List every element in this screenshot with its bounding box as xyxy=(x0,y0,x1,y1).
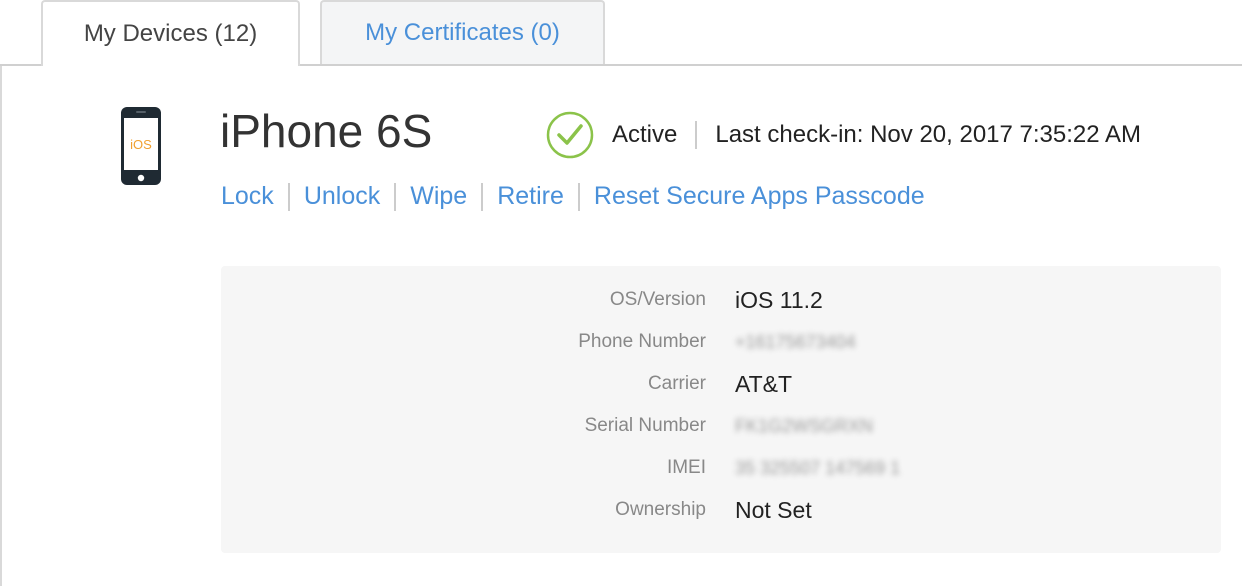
detail-label: Ownership xyxy=(615,499,706,520)
lock-link[interactable]: Lock xyxy=(221,182,274,211)
detail-row-ownership: Ownership Not Set xyxy=(221,494,1221,526)
detail-value: iOS 11.2 xyxy=(735,287,823,313)
ios-badge-text: iOS xyxy=(130,137,152,152)
detail-label: Serial Number xyxy=(584,415,706,436)
device-details-panel: OS/Version iOS 11.2 Phone Number +161756… xyxy=(221,266,1221,553)
detail-value-redacted: +16175673404 xyxy=(735,332,856,352)
detail-label: Phone Number xyxy=(578,331,706,352)
unlock-link[interactable]: Unlock xyxy=(304,182,380,211)
wipe-link[interactable]: Wipe xyxy=(410,182,467,211)
device-actions: Lock Unlock Wipe Retire Reset Secure App… xyxy=(221,182,925,211)
detail-row-carrier: Carrier AT&T xyxy=(221,368,1221,400)
tab-my-devices[interactable]: My Devices (12) xyxy=(41,0,300,66)
status-separator xyxy=(695,121,698,149)
detail-value: Not Set xyxy=(735,497,812,523)
detail-value-redacted: FK1G2WSGRXN xyxy=(735,416,874,436)
detail-value-redacted: 35 325507 147569 1 xyxy=(735,458,901,478)
detail-value: AT&T xyxy=(735,371,793,397)
device-name: iPhone 6S xyxy=(220,105,433,157)
detail-row-phone-number: Phone Number +16175673404 xyxy=(221,326,1221,358)
detail-row-os-version: OS/Version iOS 11.2 xyxy=(221,284,1221,316)
tab-bar: My Devices (12) My Certificates (0) xyxy=(0,0,1242,66)
action-separator xyxy=(394,182,397,211)
detail-row-serial-number: Serial Number FK1G2WSGRXN xyxy=(221,410,1221,442)
iphone-icon: iOS xyxy=(121,107,161,185)
status-label: Active xyxy=(612,121,678,148)
detail-label: Carrier xyxy=(647,373,706,394)
retire-link[interactable]: Retire xyxy=(497,182,564,211)
tab-my-certificates[interactable]: My Certificates (0) xyxy=(320,0,605,64)
last-checkin: Last check-in: Nov 20, 2017 7:35:22 AM xyxy=(715,121,1141,148)
action-separator xyxy=(481,182,484,211)
reset-secure-apps-passcode-link[interactable]: Reset Secure Apps Passcode xyxy=(594,182,925,211)
content-border xyxy=(0,66,2,586)
detail-label: IMEI xyxy=(666,457,706,478)
detail-row-imei: IMEI 35 325507 147569 1 xyxy=(221,452,1221,484)
action-separator xyxy=(287,182,290,211)
action-separator xyxy=(577,182,580,211)
device-status: Active Last check-in: Nov 20, 2017 7:35:… xyxy=(546,111,1141,159)
detail-label: OS/Version xyxy=(609,289,706,310)
check-circle-icon xyxy=(546,111,594,159)
